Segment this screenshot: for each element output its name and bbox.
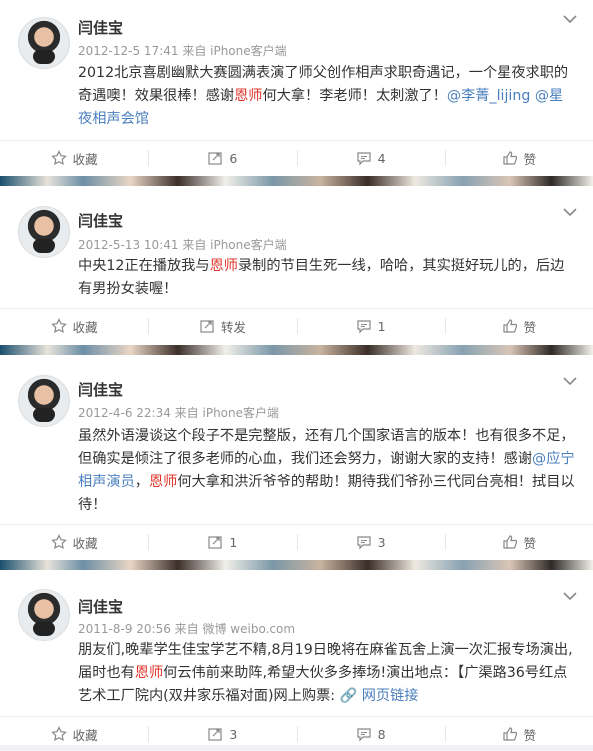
content-highlight: 恩师 <box>148 474 178 490</box>
thumbs-up-icon <box>502 726 518 742</box>
favorite-button[interactable]: 收藏 <box>0 309 148 343</box>
chevron-down-icon[interactable] <box>563 376 577 386</box>
post-meta[interactable]: 2012-5-13 10:41 来自 iPhone客户端 <box>78 236 287 253</box>
like-button[interactable]: 赞 <box>444 717 593 751</box>
star-icon <box>50 726 67 742</box>
favorite-label: 收藏 <box>72 319 98 335</box>
avatar[interactable] <box>18 17 70 69</box>
decorative-banner-strip <box>0 176 593 186</box>
repost-count: 1 <box>229 534 238 550</box>
decorative-banner-strip <box>0 560 593 570</box>
favorite-label: 收藏 <box>72 151 98 167</box>
author-name[interactable]: 闫佳宝 <box>78 379 123 400</box>
author-name[interactable]: 闫佳宝 <box>78 210 123 231</box>
star-icon <box>50 150 67 166</box>
avatar[interactable] <box>18 375 70 427</box>
post-content: 2012北京喜剧幽默大赛圆满表演了师父创作相声求职奇遇记，一个星夜求职的奇遇噢！… <box>78 62 576 131</box>
content-highlight: 恩师 <box>134 665 164 681</box>
web-link[interactable]: 🔗 网页链接 <box>340 688 419 704</box>
repost-button[interactable]: 6 <box>148 141 296 175</box>
repost-count: 3 <box>229 726 238 742</box>
comment-button[interactable]: 1 <box>296 309 445 343</box>
content-text: 虽然外语漫谈这个段子不是完整版，还有几个国家语言的版本！也有很多不足，但确实是倾… <box>78 428 575 467</box>
star-icon <box>50 318 67 334</box>
comment-count: 8 <box>377 726 386 742</box>
content-highlight: 恩师 <box>234 88 263 104</box>
content-text: 中央12正在播放我与 <box>78 258 210 274</box>
like-button[interactable]: 赞 <box>444 141 593 175</box>
repost-button[interactable]: 1 <box>148 525 296 559</box>
post-content: 朋友们,晚辈学生佳宝学艺不精,8月19日晚将在麻雀瓦舍上演一次汇报专场演出,届时… <box>78 639 576 708</box>
repost-button[interactable]: 3 <box>148 717 296 751</box>
action-bar: 收藏 转发 1 赞 <box>0 308 593 343</box>
repost-count: 6 <box>229 150 238 166</box>
like-button[interactable]: 赞 <box>444 309 593 343</box>
favorite-label: 收藏 <box>72 727 98 743</box>
post-meta[interactable]: 2012-12-5 17:41 来自 iPhone客户端 <box>78 42 287 59</box>
comment-icon <box>356 534 372 550</box>
action-bar: 收藏 3 8 赞 <box>0 716 593 751</box>
thumbs-up-icon <box>502 318 518 334</box>
post-content: 虽然外语漫谈这个段子不是完整版，还有几个国家语言的版本！也有很多不足，但确实是倾… <box>78 425 576 517</box>
comment-count: 4 <box>377 150 386 166</box>
post-content: 中央12正在播放我与恩师录制的节目生死一线，哈哈，其实挺好玩儿的，后边有男扮女装… <box>78 255 576 301</box>
comment-button[interactable]: 8 <box>296 717 445 751</box>
favorite-button[interactable]: 收藏 <box>0 141 148 175</box>
mention-link[interactable]: @李菁_lijing <box>447 88 530 104</box>
repost-icon <box>207 150 223 166</box>
weibo-post-card: 闫佳宝 2012-12-5 17:41 来自 iPhone客户端 2012北京喜… <box>0 0 593 176</box>
content-highlight: 恩师 <box>209 258 238 274</box>
comment-icon <box>356 318 372 334</box>
chevron-down-icon[interactable] <box>563 207 577 217</box>
comment-icon <box>356 726 372 742</box>
content-text: 何大拿！李老师！太刺激了！ <box>262 88 447 104</box>
weibo-post-card: 闫佳宝 2011-8-9 20:56 来自 微博 weibo.com 朋友们,晚… <box>0 570 593 745</box>
chevron-down-icon[interactable] <box>563 14 577 24</box>
repost-icon <box>207 534 223 550</box>
repost-button[interactable]: 转发 <box>148 309 296 343</box>
like-label: 赞 <box>523 727 537 743</box>
comment-button[interactable]: 4 <box>296 141 445 175</box>
star-icon <box>50 534 67 550</box>
thumbs-up-icon <box>502 534 518 550</box>
favorite-button[interactable]: 收藏 <box>0 717 148 751</box>
like-label: 赞 <box>523 151 537 167</box>
avatar[interactable] <box>18 589 70 641</box>
repost-label: 转发 <box>220 319 246 335</box>
action-bar: 收藏 6 4 赞 <box>0 140 593 175</box>
favorite-label: 收藏 <box>72 535 98 551</box>
like-label: 赞 <box>523 319 537 335</box>
content-text: ， <box>134 474 149 490</box>
action-bar: 收藏 1 3 赞 <box>0 524 593 559</box>
post-meta[interactable]: 2011-8-9 20:56 来自 微博 weibo.com <box>78 620 295 637</box>
author-name[interactable]: 闫佳宝 <box>78 17 123 38</box>
post-meta[interactable]: 2012-4-6 22:34 来自 iPhone客户端 <box>78 404 279 421</box>
favorite-button[interactable]: 收藏 <box>0 525 148 559</box>
like-button[interactable]: 赞 <box>444 525 593 559</box>
chevron-down-icon[interactable] <box>563 591 577 601</box>
repost-icon <box>207 726 223 742</box>
thumbs-up-icon <box>502 150 518 166</box>
like-label: 赞 <box>523 535 537 551</box>
repost-icon <box>199 318 215 334</box>
weibo-post-card: 闫佳宝 2012-4-6 22:34 来自 iPhone客户端 虽然外语漫谈这个… <box>0 355 593 560</box>
comment-icon <box>356 150 372 166</box>
weibo-post-card: 闫佳宝 2012-5-13 10:41 来自 iPhone客户端 中央12正在播… <box>0 186 593 345</box>
decorative-banner-strip <box>0 345 593 355</box>
author-name[interactable]: 闫佳宝 <box>78 596 123 617</box>
comment-count: 3 <box>377 534 386 550</box>
comment-count: 1 <box>377 318 386 334</box>
comment-button[interactable]: 3 <box>296 525 445 559</box>
avatar[interactable] <box>18 206 70 258</box>
